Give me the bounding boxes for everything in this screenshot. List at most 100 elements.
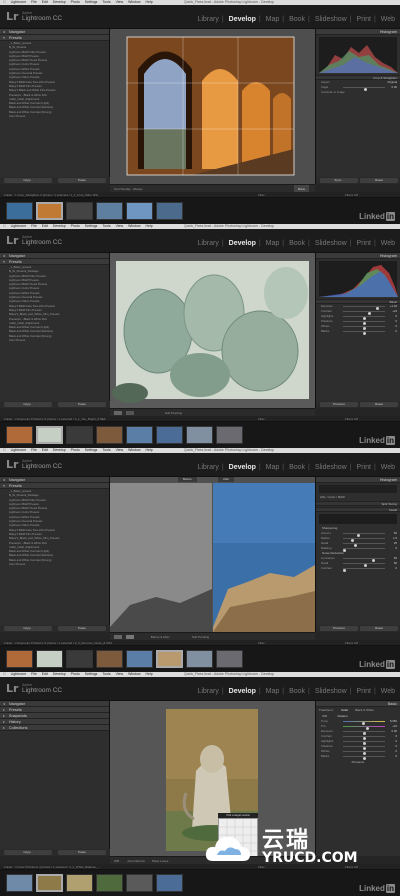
module-slideshow[interactable]: Slideshow	[315, 688, 347, 695]
menu-edit[interactable]: Edit	[42, 448, 48, 452]
thumbnail[interactable]	[186, 650, 213, 668]
menu-photo[interactable]: Photo	[71, 448, 80, 452]
module-print[interactable]: Print	[357, 240, 371, 247]
module-library[interactable]: Library	[197, 240, 218, 247]
before-after-view[interactable]: Before After	[110, 477, 315, 632]
before-after-icon[interactable]	[125, 411, 134, 416]
module-web[interactable]: Web	[381, 240, 395, 247]
tool-overlay-select[interactable]: Tool Overlay : Always	[114, 187, 143, 191]
menu-lightroom[interactable]: Lightroom	[11, 672, 27, 676]
menu-photo[interactable]: Photo	[71, 0, 80, 4]
thumbnail[interactable]	[126, 426, 153, 444]
menu-file[interactable]: File	[31, 0, 37, 4]
module-develop[interactable]: Develop	[229, 688, 256, 695]
module-book[interactable]: Book	[289, 464, 305, 471]
thumbnail-selected[interactable]	[36, 426, 63, 444]
thumbnail-selected[interactable]	[156, 650, 183, 668]
paste-button[interactable]: Paste	[58, 178, 106, 183]
menu-settings[interactable]: Settings	[85, 224, 98, 228]
module-book[interactable]: Book	[289, 688, 305, 695]
thumbnail[interactable]	[96, 874, 123, 892]
menu-view[interactable]: View	[116, 0, 124, 4]
menu-window[interactable]: Window	[128, 448, 140, 452]
show-loupe-checkbox[interactable]: Show Loupe	[152, 859, 169, 863]
thumbnail[interactable]	[96, 426, 123, 444]
loupe-view[interactable]	[110, 253, 315, 408]
module-develop[interactable]: Develop	[229, 16, 256, 23]
thumbnail-selected[interactable]	[36, 202, 63, 220]
menu-view[interactable]: View	[116, 224, 124, 228]
loupe-icon[interactable]	[114, 635, 122, 640]
copy-button[interactable]: Copy...	[4, 178, 52, 183]
split-toning-header[interactable]: Split Toning	[316, 501, 400, 506]
module-book[interactable]: Book	[289, 240, 305, 247]
thumbnail[interactable]	[66, 426, 93, 444]
module-map[interactable]: Map	[266, 240, 280, 247]
reset-button[interactable]: Reset	[360, 402, 398, 407]
wb-select[interactable]: Custom	[337, 714, 347, 718]
constrain-row[interactable]: Constrain to Image	[319, 90, 397, 95]
copy-button[interactable]: Copy...	[4, 850, 52, 855]
menu-settings[interactable]: Settings	[85, 0, 98, 4]
thumbnail[interactable]	[96, 202, 123, 220]
before-after-icon[interactable]	[125, 635, 134, 640]
menu-file[interactable]: File	[31, 224, 37, 228]
paste-button[interactable]: Paste	[58, 850, 106, 855]
histogram-header[interactable]: Histogram	[316, 29, 400, 35]
menu-lightroom[interactable]: Lightroom	[11, 224, 27, 228]
histogram-header[interactable]: Histogram	[316, 253, 400, 259]
module-develop[interactable]: Develop	[229, 240, 256, 247]
thumbnail[interactable]	[156, 426, 183, 444]
menu-view[interactable]: View	[116, 672, 124, 676]
before-after-select[interactable]: Before & After :	[151, 635, 171, 639]
menu-edit[interactable]: Edit	[42, 0, 48, 4]
module-web[interactable]: Web	[381, 688, 395, 695]
thumbnail[interactable]	[186, 426, 213, 444]
reset-button[interactable]: Reset	[360, 626, 398, 631]
tab-color[interactable]: Color	[328, 495, 335, 499]
soft-proofing-checkbox[interactable]: Soft Proofing	[165, 411, 182, 415]
menu-tools[interactable]: Tools	[102, 0, 110, 4]
paste-button[interactable]: Paste	[58, 402, 106, 407]
menu-photo[interactable]: Photo	[71, 672, 80, 676]
menu-file[interactable]: File	[31, 448, 37, 452]
sync-button[interactable]: Sync...	[320, 178, 358, 183]
module-map[interactable]: Map	[266, 16, 280, 23]
blacks-value[interactable]: 0	[395, 329, 397, 334]
menu-help[interactable]: Help	[146, 0, 153, 4]
previous-button[interactable]: Previous	[320, 402, 358, 407]
apple-icon[interactable]: 	[3, 224, 6, 228]
treatment-bw[interactable]: Black & White	[355, 708, 374, 712]
thumbnail[interactable]	[6, 202, 33, 220]
copy-button[interactable]: Copy...	[4, 402, 52, 407]
masking-row[interactable]: Masking 0	[319, 546, 397, 552]
menu-help[interactable]: Help	[146, 224, 153, 228]
module-library[interactable]: Library	[197, 16, 218, 23]
thumbnail[interactable]	[126, 874, 153, 892]
soft-proofing-checkbox[interactable]: Soft Proofing	[192, 635, 209, 639]
module-develop[interactable]: Develop	[229, 464, 256, 471]
preset-folder[interactable]: User Presets	[0, 338, 109, 342]
loupe-icon[interactable]	[114, 411, 122, 416]
thumbnail[interactable]	[6, 650, 33, 668]
histogram-header[interactable]: Histogram	[316, 477, 400, 483]
constrain-checkbox[interactable]: Constrain to Image	[321, 90, 345, 95]
collections-header[interactable]: ▸ Collections	[0, 725, 109, 731]
preset-folder[interactable]: User Presets	[0, 562, 109, 566]
menu-settings[interactable]: Settings	[85, 672, 98, 676]
apple-icon[interactable]: 	[3, 672, 6, 676]
nr-contrast-value[interactable]: 0	[395, 566, 397, 571]
menu-view[interactable]: View	[116, 448, 124, 452]
menu-file[interactable]: File	[31, 672, 37, 676]
menu-develop[interactable]: Develop	[53, 0, 66, 4]
tool-strip[interactable]	[319, 485, 397, 493]
module-slideshow[interactable]: Slideshow	[315, 16, 347, 23]
module-slideshow[interactable]: Slideshow	[315, 240, 347, 247]
treatment-color[interactable]: Color	[341, 708, 348, 712]
menu-help[interactable]: Help	[146, 672, 153, 676]
module-library[interactable]: Library	[197, 464, 218, 471]
detail-header[interactable]: Detail	[316, 507, 400, 512]
menu-tools[interactable]: Tools	[102, 672, 110, 676]
tab-hsl[interactable]: HSL	[320, 495, 326, 499]
detail-preview[interactable]	[319, 514, 397, 524]
